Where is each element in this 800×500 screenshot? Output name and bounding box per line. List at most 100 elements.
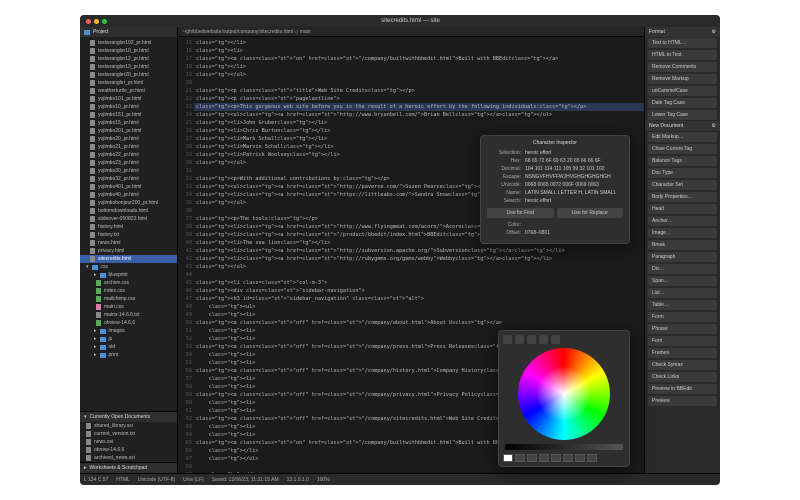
palette-item[interactable]: Table… [648,300,717,310]
folder-item[interactable]: ▸ js [80,335,177,343]
color-tab-wheel-icon[interactable] [503,335,512,344]
open-doc-item[interactable]: current_version.txt [80,430,177,438]
folder-item[interactable]: ▸ blueprint [80,271,177,279]
palette-item[interactable]: Phrase [648,324,717,334]
file-item[interactable]: textwrangler13_pr.html [80,63,177,71]
palette-item[interactable]: Doc Type [648,168,717,178]
palette-item[interactable]: Div… [648,264,717,274]
file-tree[interactable]: textwrangler102_pr.htmltextwrangler10_pr… [80,37,177,411]
file-item[interactable]: yojimbo15_pr.html [80,119,177,127]
file-item[interactable]: textwrangler12_pr.html [80,55,177,63]
file-item[interactable]: yojimbo151_pr.html [80,111,177,119]
palette-item[interactable]: Head [648,204,717,214]
gear-icon[interactable]: ⚙ [712,29,716,35]
palette-item[interactable]: Balance Tags [648,156,717,166]
brightness-slider[interactable] [505,444,623,450]
palette-item[interactable]: Paragraph [648,252,717,262]
file-item[interactable]: weatherturtle_pr.html [80,87,177,95]
character-inspector-panel[interactable]: Character Inspector Selection:heroic eff… [480,135,630,244]
file-item[interactable]: yojimbo23_pr.html [80,159,177,167]
palette-item[interactable]: unCammelCase [648,86,717,96]
file-item[interactable]: yojimbo40_pr.html [80,191,177,199]
folder-item[interactable]: ▸ print [80,351,177,359]
status-enc[interactable]: Unicode (UTF-8) [138,477,175,483]
file-item[interactable]: yojimbo101_pr.html [80,95,177,103]
file-item[interactable]: yojimbo201_pr.html [80,127,177,135]
status-lang[interactable]: HTML [116,477,130,483]
file-item[interactable]: history.txt [80,231,177,239]
open-doc-item[interactable]: obnew-14.6.6 [80,446,177,454]
palette-item[interactable]: Span… [648,276,717,286]
palette-item[interactable]: Lower Tag Case [648,110,717,120]
file-item[interactable]: textwrangler20_pr.html [80,71,177,79]
path-bar[interactable]: ~/gh/bbedwebsite/output/company/sitecred… [178,27,644,37]
file-item[interactable]: yojimbo401_pr.html [80,183,177,191]
file-item[interactable]: yojimbobonjour200_pr.html [80,199,177,207]
file-item[interactable]: yojimbo32_pr.html [80,175,177,183]
file-item[interactable]: history.html [80,223,177,231]
file-item[interactable]: textwrangler_pr.html [80,79,177,87]
file-item[interactable]: mailchimp.css [80,295,177,303]
palette-item[interactable]: Font [648,336,717,346]
folder-item[interactable]: ▾ css [80,263,177,271]
gear-icon[interactable]: ⚙ [712,123,716,129]
folder-item[interactable]: ▸ images [80,327,177,335]
char-panel-button[interactable]: Use for Find [487,208,554,218]
palette-item[interactable]: Text to HTML… [648,38,717,48]
palette-item[interactable]: Edit Markup… [648,132,717,142]
file-item[interactable]: main.css [80,303,177,311]
swatch[interactable] [539,454,549,462]
swatch[interactable] [551,454,561,462]
folder-item[interactable]: ▸ old [80,343,177,351]
current-swatch[interactable] [503,454,513,462]
palette-item[interactable]: Remove Markup [648,74,717,84]
color-picker-panel[interactable] [498,330,630,467]
swatch[interactable] [563,454,573,462]
status-zoom[interactable]: 100% [317,477,330,483]
palette-header[interactable]: New Document⚙ [645,121,720,131]
swatch[interactable] [587,454,597,462]
file-item[interactable]: yojimbo20_pr.html [80,135,177,143]
palette-item[interactable]: List… [648,288,717,298]
file-item[interactable]: yojimbo22_pr.html [80,151,177,159]
file-item[interactable]: obview-14.6.6 [80,319,177,327]
color-tab-palette-icon[interactable] [527,335,536,344]
file-item[interactable]: yojimbo30_pr.html [80,167,177,175]
file-item[interactable]: privacy.html [80,247,177,255]
open-doc-item[interactable]: shared_library.ssi [80,422,177,430]
palette-item[interactable]: Anchor… [648,216,717,226]
worksheets-header[interactable]: ▸Worksheets & Scratchpad [80,463,177,473]
file-item[interactable]: mains-14.6.6.txt [80,311,177,319]
swatch[interactable] [527,454,537,462]
char-panel-button[interactable]: Use for Replace [557,208,624,218]
swatch[interactable] [515,454,525,462]
file-item[interactable]: news.html [80,239,177,247]
open-doc-item[interactable]: news.ssi [80,438,177,446]
status-le[interactable]: Unix (LF) [183,477,204,483]
palette-item[interactable]: Preview in BBEdit [648,384,717,394]
palette-item[interactable]: Image… [648,228,717,238]
palette-item[interactable]: Form [648,312,717,322]
project-header[interactable]: Project [80,27,177,37]
palette-item[interactable]: Close Current Tag [648,144,717,154]
palette-header[interactable]: Format⚙ [645,27,720,37]
file-item[interactable]: yojimbo21_pr.html [80,143,177,151]
palette-item[interactable]: Check Syntax [648,360,717,370]
open-doc-item[interactable]: archived_news.ssi [80,454,177,462]
palette-item[interactable]: Check Links [648,372,717,382]
close-icon[interactable] [86,19,91,24]
color-tab-spectrum-icon[interactable] [539,335,548,344]
file-item[interactable]: sitecredits.html [80,255,177,263]
palette-item[interactable]: Date Tag Case [648,98,717,108]
palette-item[interactable]: Character Set [648,180,717,190]
color-tab-pencils-icon[interactable] [551,335,560,344]
minimize-icon[interactable] [94,19,99,24]
palette-item[interactable]: Preview [648,396,717,406]
color-wheel[interactable] [518,348,610,440]
open-docs-header[interactable]: ▾Currently Open Documents [80,412,177,422]
palette-item[interactable]: Frames [648,348,717,358]
file-item[interactable]: textwrangler10_pr.html [80,47,177,55]
file-item[interactable]: yojimbo10_pr.html [80,103,177,111]
palette-item[interactable]: Break [648,240,717,250]
swatch[interactable] [575,454,585,462]
